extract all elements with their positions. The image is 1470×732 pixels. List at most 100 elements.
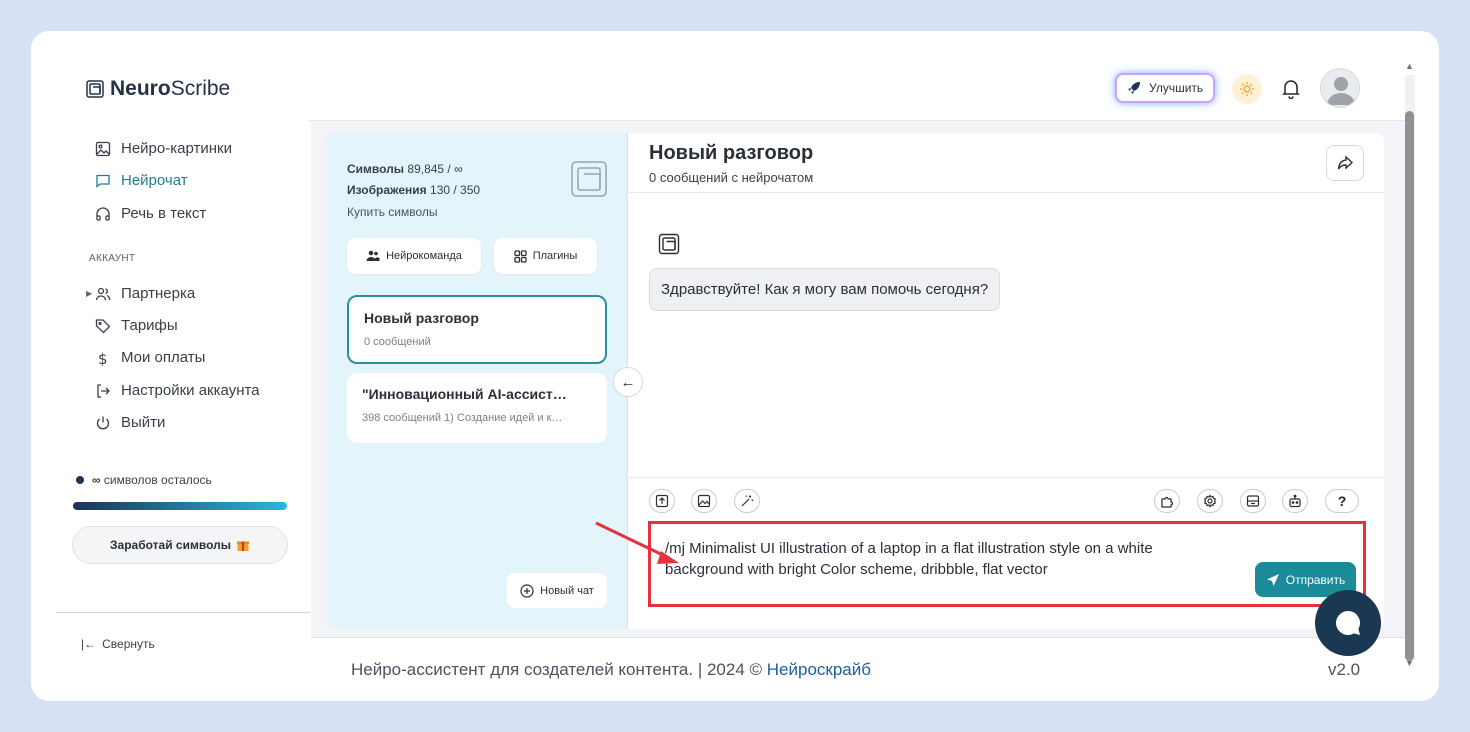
page-scrollbar[interactable]: ▲ ▼ — [1402, 61, 1418, 671]
expand-caret-icon[interactable]: ▶ — [86, 289, 92, 298]
collapse-label: Свернуть — [102, 637, 155, 651]
image-button[interactable] — [691, 489, 717, 513]
upgrade-label: Улучшить — [1149, 81, 1204, 95]
app-window: NeuroScribe Улучшить Нейро-картинки Нейр… — [31, 31, 1439, 701]
tools-divider — [628, 477, 1384, 478]
chat-item-subtitle: 398 сообщений 1) Создание идей и к… — [362, 412, 563, 424]
plugins-button[interactable]: Плагины — [494, 238, 597, 274]
sidebar-item-label: Нейрочат — [121, 172, 188, 189]
dollar-icon: $ — [98, 350, 108, 366]
sidebar-item-tariffs[interactable]: Тарифы — [95, 317, 178, 334]
buy-symbols-link[interactable]: Купить символы — [347, 205, 438, 219]
sidebar: Нейро-картинки Нейрочат Речь в текст АКК… — [31, 120, 310, 701]
plus-circle-icon — [520, 583, 534, 598]
theme-toggle[interactable] — [1232, 74, 1262, 104]
assistant-message: Здравствуйте! Как я могу вам помочь сего… — [649, 268, 1001, 311]
tag-icon — [95, 318, 111, 333]
share-icon — [1337, 155, 1353, 170]
earn-symbols-button[interactable]: Заработай символы — [72, 526, 288, 564]
chat-item-title: Новый разговор — [364, 310, 479, 326]
sidebar-item-settings[interactable]: Настройки аккаунта — [95, 382, 260, 399]
users-icon — [95, 287, 111, 300]
collapse-arrow-icon: |← — [81, 637, 97, 651]
sidebar-section-title: АККАУНТ — [89, 253, 136, 264]
image-icon — [95, 141, 111, 156]
chat-header-divider — [628, 192, 1384, 193]
sidebar-item-label: Речь в текст — [121, 205, 207, 222]
footer-divider — [311, 637, 1405, 638]
footer-text: Нейро-ассистент для создателей контента.… — [351, 660, 871, 680]
layout-button[interactable] — [1240, 489, 1266, 513]
annotation-arrow-icon — [595, 521, 679, 564]
robot-icon — [1289, 494, 1301, 508]
neuroteam-button[interactable]: Нейрокоманда — [347, 238, 481, 274]
user-avatar-icon — [1327, 77, 1355, 105]
scroll-thumb[interactable] — [1405, 111, 1414, 661]
sun-icon — [1240, 82, 1254, 96]
logo-text-bold: Neuro — [110, 77, 171, 100]
arrow-left-icon: ← — [620, 373, 636, 391]
images-stat-label: Изображения — [347, 183, 427, 197]
sidebar-item-images[interactable]: Нейро-картинки — [95, 140, 232, 157]
notifications-button[interactable] — [1280, 77, 1302, 101]
settings-button[interactable] — [1197, 489, 1223, 513]
sidebar-item-partner[interactable]: Партнерка — [95, 285, 195, 302]
share-button[interactable] — [1326, 145, 1364, 181]
sidebar-divider — [56, 612, 310, 613]
images-stat-value: 130 / 350 — [430, 183, 481, 197]
sidebar-item-logout[interactable]: Выйти — [95, 414, 165, 431]
robot-button[interactable] — [1282, 489, 1308, 513]
symbols-left-label: символов осталось — [103, 473, 212, 487]
image-icon — [697, 494, 711, 508]
neuroteam-label: Нейрокоманда — [386, 250, 462, 262]
status-dot — [76, 476, 84, 484]
scroll-down-icon[interactable]: ▼ — [1405, 658, 1414, 668]
sidebar-item-label: Мои оплаты — [121, 349, 206, 366]
symbols-stat-label: Символы — [347, 162, 405, 176]
symbols-stat-value: 89,845 / ∞ — [407, 162, 463, 176]
sidebar-item-label: Выйти — [121, 414, 166, 431]
power-icon — [96, 416, 110, 429]
chat-list-item-active[interactable]: Новый разговор 0 сообщений — [347, 295, 607, 364]
bot-avatar-icon — [658, 233, 680, 255]
help-button[interactable]: ? — [1325, 489, 1359, 513]
sidebar-item-label: Настройки аккаунта — [121, 382, 260, 399]
upload-icon — [655, 494, 669, 508]
svg-text:$: $ — [98, 350, 108, 366]
puzzle-icon — [1161, 496, 1174, 508]
upload-button[interactable] — [649, 489, 675, 513]
plugins-label: Плагины — [532, 250, 578, 262]
chat-panel: Новый разговор 0 сообщений с нейрочатом … — [627, 133, 1384, 629]
collapse-sidebar-button[interactable]: |← Свернуть — [81, 637, 155, 651]
images-stat: Изображения 130 / 350 — [347, 183, 480, 197]
collapse-chat-list-button[interactable]: ← — [613, 367, 643, 397]
chat-bubble-icon — [1336, 611, 1361, 635]
logo-text: Scribe — [170, 77, 231, 100]
footer-link[interactable]: Нейроскрайб — [767, 660, 871, 679]
sidebar-item-payments[interactable]: $ Мои оплаты — [95, 349, 205, 366]
logo-icon — [86, 80, 104, 98]
new-chat-button[interactable]: Новый чат — [507, 573, 607, 608]
gift-icon — [236, 541, 249, 551]
bell-icon — [1282, 80, 1300, 99]
support-chat-button[interactable] — [1315, 590, 1381, 656]
prompt-input-value[interactable]: /mj Minimalist UI illustration of a lapt… — [665, 538, 1225, 580]
upgrade-button[interactable]: Улучшить — [1115, 73, 1216, 103]
prompt-input[interactable]: /mj Minimalist UI illustration of a lapt… — [648, 521, 1366, 607]
headphones-icon — [96, 206, 110, 221]
sidebar-item-speech[interactable]: Речь в текст — [95, 205, 206, 222]
avatar[interactable] — [1320, 68, 1360, 108]
symbols-remaining: ∞ символов осталось — [76, 473, 212, 487]
layout-icon — [1246, 495, 1260, 507]
scroll-up-icon[interactable]: ▲ — [1405, 61, 1414, 71]
grid-icon — [514, 249, 527, 263]
chat-list-item[interactable]: "Инновационный AI-ассист… 398 сообщений … — [347, 373, 607, 443]
sidebar-item-chat[interactable]: Нейрочат — [95, 172, 188, 189]
plugin-button[interactable] — [1154, 489, 1180, 513]
chat-list-panel: Символы 89,845 / ∞ Изображения 130 / 350… — [327, 133, 627, 629]
magic-wand-button[interactable] — [734, 489, 760, 513]
logo[interactable]: NeuroScribe — [86, 77, 230, 101]
send-label: Отправить — [1285, 572, 1346, 587]
magic-wand-icon — [741, 495, 754, 507]
gear-icon — [1203, 494, 1217, 508]
